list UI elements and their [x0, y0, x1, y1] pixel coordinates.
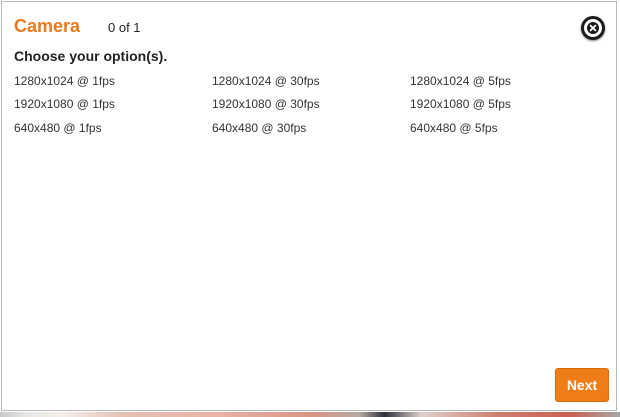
close-circle-icon	[584, 19, 602, 37]
next-button[interactable]: Next	[555, 368, 609, 402]
option-1280x1024-1fps[interactable]: 1280x1024 @ 1fps	[14, 74, 115, 88]
option-1280x1024-30fps[interactable]: 1280x1024 @ 30fps	[212, 74, 320, 88]
progress-count: 0 of 1	[108, 20, 141, 35]
close-button[interactable]	[581, 16, 605, 40]
choose-options-prompt: Choose your option(s).	[14, 48, 168, 64]
dialog-title: Camera	[14, 16, 81, 36]
option-dialog: Camera 0 of 1 Choose your option(s). 128…	[1, 1, 617, 411]
option-1920x1080-1fps[interactable]: 1920x1080 @ 1fps	[14, 97, 115, 111]
option-640x480-30fps[interactable]: 640x480 @ 30fps	[212, 121, 306, 135]
background-image-strip	[0, 412, 620, 417]
option-640x480-1fps[interactable]: 640x480 @ 1fps	[14, 121, 102, 135]
option-1920x1080-5fps[interactable]: 1920x1080 @ 5fps	[410, 97, 511, 111]
option-640x480-5fps[interactable]: 640x480 @ 5fps	[410, 121, 498, 135]
option-1920x1080-30fps[interactable]: 1920x1080 @ 30fps	[212, 97, 320, 111]
option-1280x1024-5fps[interactable]: 1280x1024 @ 5fps	[410, 74, 511, 88]
